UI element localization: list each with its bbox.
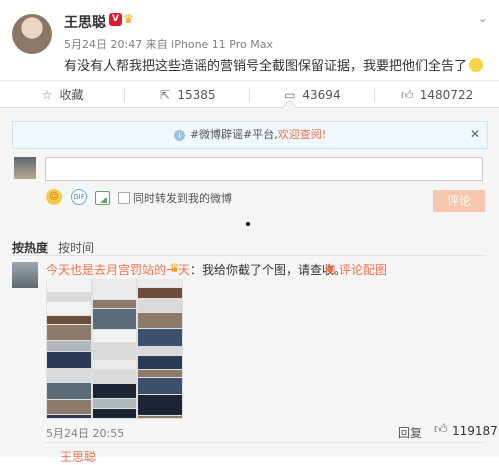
collage-tile: [92, 409, 137, 418]
repost-count: 15385: [177, 88, 216, 102]
collage-tile: [47, 383, 91, 399]
post-action-bar: ☆ 收藏 ⇱ 15385 ▭ 43694 👍︎ 1480722: [0, 80, 499, 110]
collage-tile: [47, 316, 91, 324]
collage-tile: [47, 415, 91, 418]
image-icon: ▣: [325, 262, 336, 275]
verified-icon: V: [109, 13, 122, 26]
collage-tile: [138, 370, 182, 377]
collage-tile: [138, 329, 182, 346]
comment-input[interactable]: [45, 157, 483, 181]
like-icon: 👍︎: [400, 88, 414, 102]
post-meta: 5月24日 20:47 来自 iPhone 11 Pro Max: [64, 38, 273, 51]
repost-button[interactable]: ⇱ 15385: [125, 81, 249, 109]
collage-tile: [138, 313, 182, 328]
collage-tile: [92, 330, 137, 342]
collage-tile: [47, 302, 91, 315]
close-icon[interactable]: ✕: [470, 127, 480, 141]
emoji-icon[interactable]: ☺: [46, 189, 62, 205]
divider: [46, 442, 486, 443]
collage-tile: [138, 347, 182, 355]
collage-tile: [138, 416, 182, 418]
cursor-dot: [246, 222, 250, 226]
collage-tile: [47, 293, 91, 301]
repost-icon: ⇱: [159, 88, 170, 102]
collage-tile: [47, 325, 91, 340]
smile-emoji-icon: [469, 58, 484, 72]
reply-button[interactable]: 回复: [398, 424, 422, 441]
collage-tile: [138, 299, 182, 312]
notice-prefix: #微博辟谣#平台,: [189, 128, 278, 141]
comment-text: ：我给你截了个图，请查收。: [190, 263, 347, 277]
comment-button[interactable]: ▭ 43694: [250, 81, 374, 109]
collage-tile: [92, 300, 137, 308]
rumor-notice: i #微博辟谣#平台,欢迎查阅!: [12, 121, 488, 149]
comment-count: 43694: [302, 88, 341, 102]
collage-tile: [47, 369, 91, 382]
collage-tile: [92, 360, 137, 369]
image-icon[interactable]: [95, 191, 110, 205]
post-content-text: 有没有人帮我把这些造谣的营销号全截图保留证据，我要把他们全告了: [64, 59, 468, 74]
gif-icon[interactable]: GIF: [71, 189, 87, 205]
collage-tile: [138, 288, 182, 298]
collage-tile: [92, 384, 137, 398]
collage-tile: [47, 400, 91, 414]
submit-comment-button[interactable]: 评论: [433, 190, 485, 212]
post-content: 有没有人帮我把这些造谣的营销号全截图保留证据，我要把他们全告了: [64, 55, 484, 74]
comment-like-count: 119187: [452, 424, 498, 438]
favorite-label: 收藏: [59, 88, 84, 102]
current-user-avatar: [14, 157, 36, 179]
collage-tile: [92, 309, 137, 329]
star-icon: ☆: [41, 88, 53, 102]
collage-tile: [47, 279, 91, 292]
collage-tile: [92, 370, 137, 383]
collage-tile: [92, 343, 137, 359]
like-button[interactable]: 👍︎ 1480722: [375, 81, 499, 109]
divider: [12, 255, 486, 256]
post-author[interactable]: 王思聪: [64, 12, 106, 32]
info-icon: i: [173, 130, 185, 141]
repost-checkbox[interactable]: [118, 192, 130, 204]
collage-tile: [92, 399, 137, 408]
chevron-down-icon[interactable]: ⌄: [478, 12, 487, 25]
comment-time: 5月24日 20:55: [46, 427, 125, 440]
collage-tile: [138, 356, 182, 369]
collage-tile: [47, 352, 91, 368]
next-comment-author[interactable]: 王思聪: [60, 448, 96, 465]
collage-tile: [92, 279, 137, 299]
sort-by-hot-tab[interactable]: 按热度: [12, 239, 48, 256]
comment-picture-link[interactable]: 评论配图: [339, 261, 387, 278]
collage-tile: [138, 279, 182, 287]
commenter-avatar[interactable]: [12, 262, 38, 288]
divider: [47, 241, 48, 252]
collage-tile: [138, 378, 182, 394]
author-avatar[interactable]: [12, 14, 52, 54]
sort-by-time-tab[interactable]: 按时间: [58, 239, 94, 256]
notice-link[interactable]: 欢迎查阅!: [278, 128, 326, 141]
like-count: 1480722: [419, 88, 474, 102]
repost-checkbox-label: 同时转发到我的微博: [133, 192, 232, 205]
favorite-button[interactable]: ☆ 收藏: [0, 81, 124, 109]
crown-icon: ♛: [123, 12, 134, 26]
collage-tile: [47, 341, 91, 351]
crown-icon: ♛: [169, 261, 180, 275]
like-icon[interactable]: 👍︎: [434, 422, 448, 437]
collage-tile: [138, 395, 182, 415]
comment-image[interactable]: [46, 279, 183, 419]
